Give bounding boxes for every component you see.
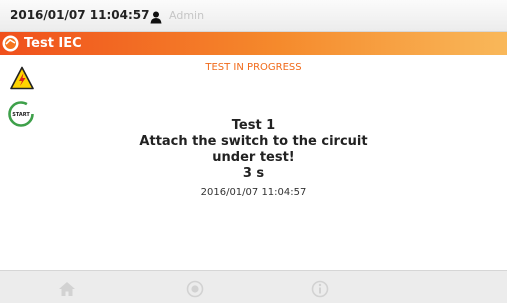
instruction-line-2: under test! [212, 150, 295, 165]
username: Admin [169, 9, 205, 22]
page-title: Test IEC [24, 36, 82, 51]
info-icon[interactable] [311, 280, 329, 298]
status-bar: 2016/01/07 11:04:57 Admin [0, 0, 507, 32]
test-name: Test 1 [231, 118, 276, 133]
test-state: TEST IN PROGRESS [205, 62, 302, 73]
logo-icon [2, 35, 19, 52]
countdown: 3 s [242, 166, 265, 181]
title-bar: Test IEC [0, 32, 507, 55]
bottom-nav [0, 270, 507, 303]
record-icon[interactable] [186, 280, 204, 298]
test-message: Test 1 Attach the switch to the circuit … [0, 118, 507, 198]
home-icon[interactable] [58, 280, 76, 298]
test-timestamp: 2016/01/07 11:04:57 [200, 187, 307, 198]
user-icon [150, 9, 162, 24]
instruction-line-1: Attach the switch to the circuit [139, 134, 368, 149]
status-datetime: 2016/01/07 11:04:57 [10, 8, 150, 22]
